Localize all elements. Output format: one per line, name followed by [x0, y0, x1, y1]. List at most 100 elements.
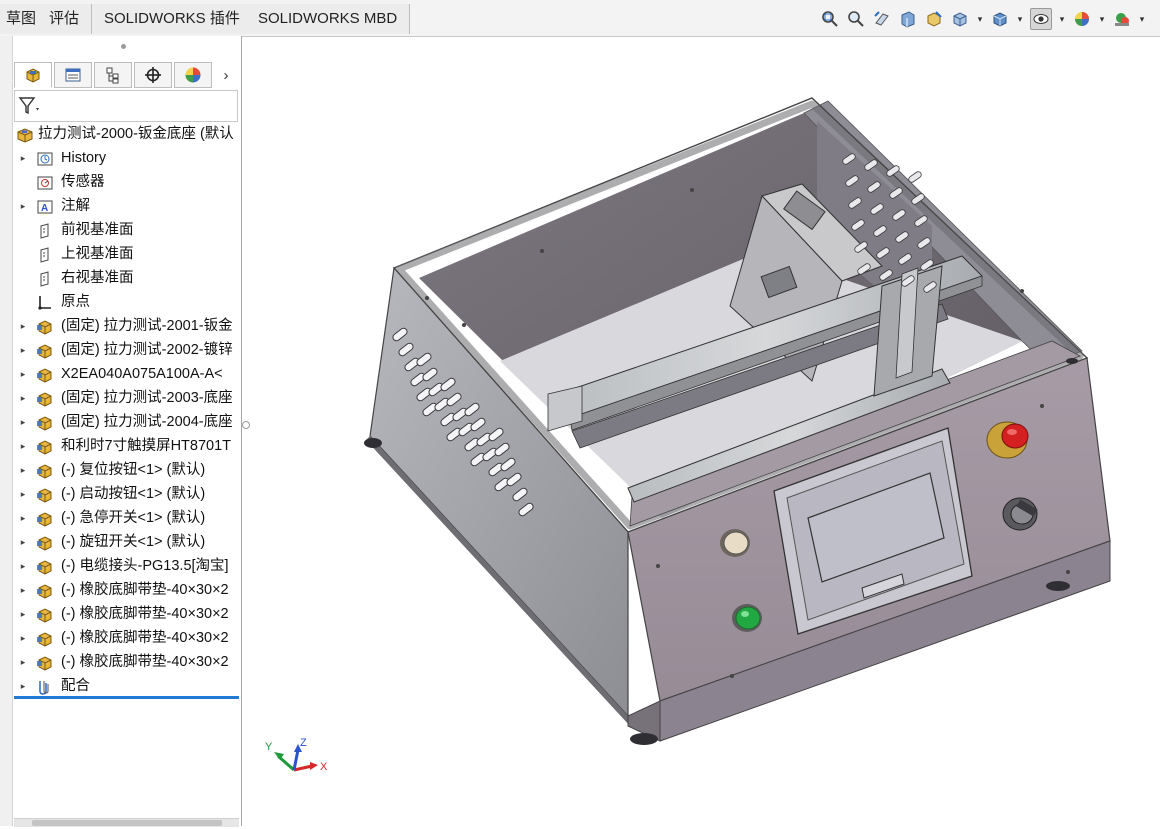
vent-slot: [908, 171, 922, 183]
dynamic-annotation-icon[interactable]: [924, 9, 944, 29]
dimxpert-tab[interactable]: [134, 62, 172, 88]
expand-arrow-icon[interactable]: ▸: [18, 314, 28, 338]
tree-item[interactable]: ▸ (-) 复位按钮<1> (默认): [14, 458, 240, 482]
tree-item[interactable]: ▸ (固定) 拉力测试-2003-底座: [14, 386, 240, 410]
tree-root-item[interactable]: 拉力测试-2000-钣金底座 (默认: [14, 122, 240, 146]
tree-item[interactable]: ▸ 和利时7寸触摸屏HT8701T: [14, 434, 240, 458]
tree-item[interactable]: ▸ 配合: [14, 674, 240, 698]
expand-arrow-icon[interactable]: ▸: [18, 602, 28, 626]
expand-arrow-icon[interactable]: ▸: [18, 674, 28, 698]
expand-arrow-icon[interactable]: ▸: [18, 146, 28, 170]
propertymanager-tab[interactable]: [54, 62, 92, 88]
history-icon: [36, 150, 54, 166]
expand-arrow-icon[interactable]: ▸: [18, 506, 28, 530]
chevron-down-icon[interactable]: ▾: [976, 9, 984, 29]
tree-item[interactable]: ▸ (-) 橡胶底脚带垫-40×30×2: [14, 626, 240, 650]
part-icon: [36, 558, 54, 575]
expand-arrow-icon[interactable]: ▸: [18, 386, 28, 410]
graphics-area[interactable]: Y Z X: [242, 36, 1160, 826]
expand-arrow-icon[interactable]: ▸: [18, 578, 28, 602]
part-icon: [36, 654, 54, 671]
tab-solidworks-addins[interactable]: SOLIDWORKS 插件: [92, 4, 253, 34]
tree-item[interactable]: ▸ (-) 启动按钮<1> (默认): [14, 482, 240, 506]
tree-item-label: (-) 橡胶底脚带垫-40×30×2: [61, 582, 229, 598]
tree-item-label: (-) 橡胶底脚带垫-40×30×2: [61, 630, 229, 646]
chevron-down-icon[interactable]: ▾: [1016, 9, 1024, 29]
tree-item-label: 上视基准面: [61, 246, 134, 262]
tree-item[interactable]: ▸ (-) 橡胶底脚带垫-40×30×2: [14, 650, 240, 674]
scrollbar-thumb[interactable]: [32, 820, 222, 826]
tree-item[interactable]: ▸ (固定) 拉力测试-2004-底座: [14, 410, 240, 434]
tree-item-label: (固定) 拉力测试-2002-镀锌: [61, 342, 233, 358]
expand-arrow-icon[interactable]: ▸: [18, 338, 28, 362]
section-view-icon[interactable]: [898, 9, 918, 29]
tab-evaluate[interactable]: 评估: [37, 4, 93, 34]
zoom-to-fit-icon[interactable]: [820, 9, 840, 29]
plane-icon: [36, 222, 54, 239]
display-manager-tab[interactable]: [174, 62, 212, 88]
tree-item[interactable]: 上视基准面: [14, 242, 240, 266]
tree-item-label: History: [61, 150, 107, 166]
tree-item-label: 和利时7寸触摸屏HT8701T: [61, 438, 232, 454]
display-style-icon[interactable]: [990, 9, 1010, 29]
tree-item[interactable]: 右视基准面: [14, 266, 240, 290]
emergency-stop-model: [986, 421, 1029, 459]
reset-button-model: [720, 529, 750, 557]
rollback-bar[interactable]: [14, 696, 239, 699]
tab-solidworks-mbd[interactable]: SOLIDWORKS MBD: [246, 4, 411, 34]
plane-icon: [36, 246, 54, 263]
chevron-down-icon[interactable]: ▾: [1098, 9, 1106, 29]
feature-tree: 拉力测试-2000-钣金底座 (默认 ▸ History 传感器 ▸ A 注解 前视基准面上…: [14, 122, 240, 698]
tree-root-label: 拉力测试-2000-钣金底座 (默认: [38, 126, 234, 142]
svg-text:A: A: [41, 203, 48, 214]
tree-filter-field[interactable]: [14, 90, 238, 122]
expand-arrow-icon[interactable]: ▸: [18, 458, 28, 482]
tree-item[interactable]: ▸ History: [14, 146, 240, 170]
tree-item[interactable]: ▸ A 注解: [14, 194, 240, 218]
chevron-down-icon[interactable]: ▾: [1058, 9, 1066, 29]
dimxpert-icon: [145, 67, 161, 83]
zoom-to-area-icon[interactable]: [846, 9, 866, 29]
expand-arrow-icon[interactable]: ▸: [18, 434, 28, 458]
panel-tabs-more-button[interactable]: ›: [214, 62, 238, 88]
tree-item[interactable]: ▸ (-) 电缆接头-PG13.5[淘宝]: [14, 554, 240, 578]
expand-arrow-icon[interactable]: ▸: [18, 362, 28, 386]
tree-item[interactable]: 原点: [14, 290, 240, 314]
featuremanager-tab[interactable]: [14, 62, 52, 88]
previous-view-icon[interactable]: [872, 9, 892, 29]
apply-scene-icon[interactable]: [1112, 9, 1132, 29]
tree-item-label: 原点: [61, 294, 90, 310]
tree-item[interactable]: 传感器: [14, 170, 240, 194]
tree-item[interactable]: ▸ (-) 橡胶底脚带垫-40×30×2: [14, 602, 240, 626]
expand-arrow-icon[interactable]: ▸: [18, 650, 28, 674]
tree-item[interactable]: ▸ X2EA040A075A100A-A<: [14, 362, 240, 386]
tree-item[interactable]: ▸ (固定) 拉力测试-2002-镀锌: [14, 338, 240, 362]
part-icon: [36, 366, 54, 383]
start-button-model: [732, 604, 762, 632]
configurationmanager-tab[interactable]: [94, 62, 132, 88]
panel-tabs: ›: [14, 62, 240, 88]
expand-arrow-icon[interactable]: ▸: [18, 530, 28, 554]
mates-icon: [36, 678, 54, 695]
tree-item[interactable]: ▸ (-) 橡胶底脚带垫-40×30×2: [14, 578, 240, 602]
tree-item[interactable]: ▸ (固定) 拉力测试-2001-钣金: [14, 314, 240, 338]
hide-show-items-icon[interactable]: [1030, 8, 1052, 30]
tree-item-label: (-) 复位按钮<1> (默认): [61, 462, 206, 478]
part-icon: [36, 510, 54, 527]
tree-item[interactable]: ▸ (-) 急停开关<1> (默认): [14, 506, 240, 530]
view-orientation-icon[interactable]: [950, 9, 970, 29]
tree-item[interactable]: 前视基准面: [14, 218, 240, 242]
panel-splitter-handle[interactable]: [121, 44, 126, 49]
triad-y-label: Y: [265, 741, 273, 753]
expand-arrow-icon[interactable]: ▸: [18, 626, 28, 650]
expand-arrow-icon[interactable]: ▸: [18, 482, 28, 506]
chevron-down-icon[interactable]: ▾: [1138, 9, 1146, 29]
tree-item[interactable]: ▸ (-) 旋钮开关<1> (默认): [14, 530, 240, 554]
expand-arrow-icon[interactable]: ▸: [18, 554, 28, 578]
expand-arrow-icon[interactable]: ▸: [18, 410, 28, 434]
edit-appearance-icon[interactable]: [1072, 9, 1092, 29]
panel-resize-strip[interactable]: [0, 36, 13, 826]
filter-icon: [18, 97, 39, 115]
expand-arrow-icon[interactable]: ▸: [18, 194, 28, 218]
triad-x-label: X: [320, 761, 328, 773]
